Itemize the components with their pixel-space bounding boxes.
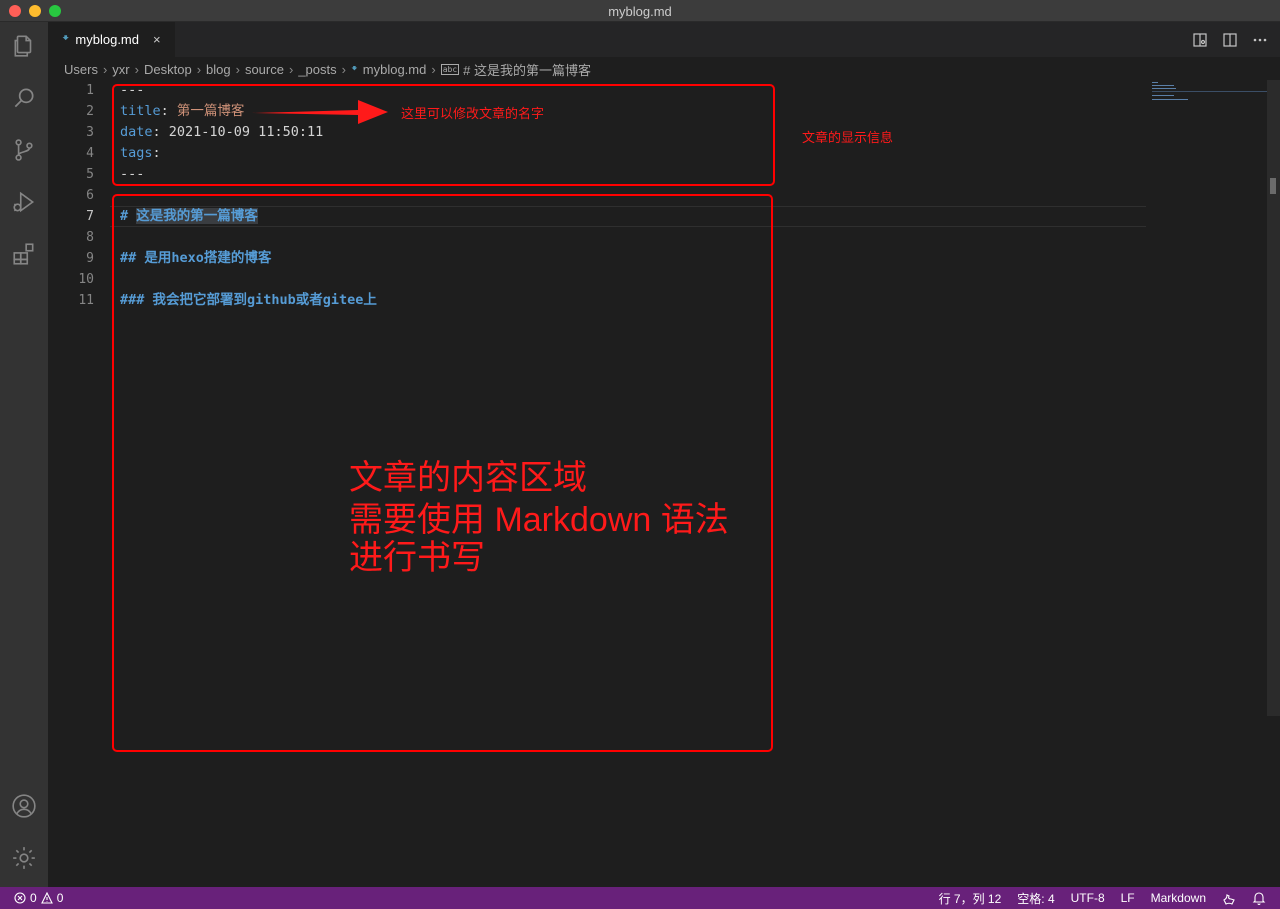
markdown-icon: 🠻 [62,31,70,45]
breadcrumb-item[interactable]: yxr [112,62,129,77]
chevron-right-icon: › [235,61,240,77]
line-number-active: 7 [86,209,94,224]
content-note-2: 需要使用 Markdown 语法 [349,501,729,539]
minimap-line [1152,99,1188,100]
markdown-icon: 🠻 [350,62,358,75]
minimap-line [1152,82,1158,83]
account-icon[interactable] [10,792,38,820]
line-number: 6 [86,188,94,203]
breadcrumb-item[interactable]: source [245,62,284,77]
tab-bar: 🠻 myblog.md × [48,22,1280,57]
close-icon[interactable]: × [153,32,161,47]
line-number: 3 [86,125,94,140]
chevron-right-icon: › [102,61,108,77]
minimap-line [1152,95,1174,96]
breadcrumb-item[interactable]: blog [206,62,231,77]
minimap-line [1152,88,1176,89]
editor-actions [1190,22,1280,57]
chevron-right-icon: › [196,61,202,77]
scrollbar-thumb[interactable] [1270,178,1276,194]
error-count: 0 [30,891,37,905]
window-title: myblog.md [608,4,672,19]
warning-count: 0 [56,891,64,905]
chevron-right-icon: › [134,61,139,77]
bell-icon[interactable] [1252,891,1266,905]
source-control-icon[interactable] [10,136,38,164]
indentation[interactable]: 空格: 4 [1017,890,1054,907]
search-icon[interactable] [10,84,38,112]
content-note-3: 进行书写 [349,539,485,577]
breadcrumb-item[interactable]: _posts [298,62,336,77]
line-number: 2 [86,104,94,119]
language-mode[interactable]: Markdown [1151,891,1206,905]
chevron-right-icon: › [288,61,294,77]
error-icon [14,892,26,904]
info-note: 文章的显示信息 [802,130,894,145]
line-number: 1 [86,83,94,98]
minimap[interactable] [1152,80,1270,120]
end-of-line[interactable]: LF [1121,891,1135,905]
line-number: 8 [86,230,94,245]
run-debug-icon[interactable] [10,188,38,216]
minimap-line [1152,85,1174,86]
vertical-scrollbar[interactable] [1267,80,1280,716]
breadcrumb-item[interactable]: Users [64,62,98,77]
string-symbol-icon: abc [440,63,460,75]
arrow-icon [252,100,388,124]
cursor-position[interactable]: 行 7，列 12 [939,890,1002,907]
line-number: 9 [86,251,94,266]
chevron-right-icon: › [341,61,346,77]
status-bar: 0 0 行 7，列 12 空格: 4 UTF-8 LF Markdown [0,887,1280,909]
activity-bar [0,22,48,887]
settings-gear-icon[interactable] [10,844,38,872]
front-matter-annotation-box [112,84,775,186]
explorer-icon[interactable] [10,32,38,60]
breadcrumb: Users › yxr › Desktop › blog › source › … [64,58,591,80]
chevron-right-icon: › [431,61,436,77]
problems-indicator[interactable]: 0 0 [14,891,63,905]
encoding[interactable]: UTF-8 [1071,891,1105,905]
breadcrumb-file[interactable]: myblog.md [363,62,427,77]
split-editor-icon[interactable] [1220,30,1240,50]
breadcrumb-symbol[interactable]: # 这是我的第一篇博客 [463,60,591,79]
line-number: 10 [78,272,94,287]
extensions-icon[interactable] [10,240,38,268]
content-note-1: 文章的内容区域 [349,459,587,497]
breadcrumb-item[interactable]: Desktop [144,62,192,77]
tab-myblog[interactable]: 🠻 myblog.md × [48,22,175,57]
title-bar: myblog.md [0,0,1280,22]
feedback-icon[interactable] [1222,891,1236,905]
more-actions-icon[interactable] [1250,30,1270,50]
open-preview-icon[interactable] [1190,30,1210,50]
line-number: 11 [78,293,94,308]
line-number: 4 [86,146,94,161]
status-right: 行 7，列 12 空格: 4 UTF-8 LF Markdown [939,890,1266,907]
tab-label: myblog.md [75,32,139,47]
line-number: 5 [86,167,94,182]
warning-icon [40,892,53,904]
title-note: 这里可以修改文章的名字 [401,106,545,121]
minimap-line [1152,91,1270,92]
